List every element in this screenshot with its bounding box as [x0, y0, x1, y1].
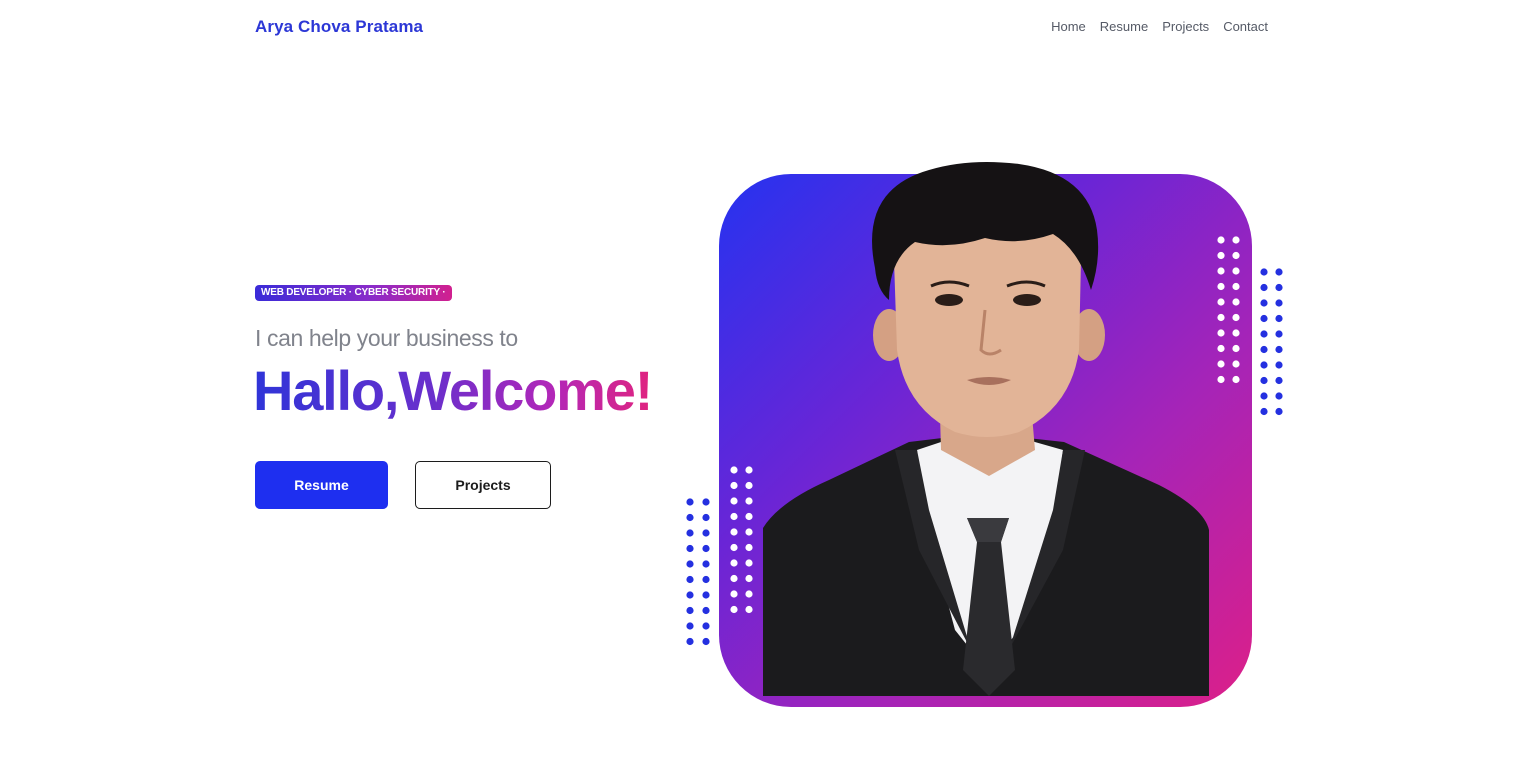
role-badge: WEB DEVELOPER · CYBER SECURITY · [255, 285, 452, 301]
nav-projects[interactable]: Projects [1162, 19, 1209, 34]
nav-resume[interactable]: Resume [1100, 19, 1148, 34]
hero-tagline: I can help your business to [255, 325, 518, 351]
nav-contact[interactable]: Contact [1223, 19, 1268, 34]
dot-grid-left-blue [686, 498, 710, 646]
brand-name[interactable]: Arya Chova Pratama [255, 17, 423, 37]
page: Arya Chova Pratama Home Resume Projects … [0, 0, 1523, 782]
hero-headline: Hallo,Welcome! [253, 356, 653, 426]
resume-button[interactable]: Resume [255, 461, 388, 509]
profile-portrait [763, 162, 1209, 696]
main-nav: Home Resume Projects Contact [1051, 19, 1268, 34]
dot-grid-right-white [1217, 236, 1240, 384]
projects-button[interactable]: Projects [415, 461, 551, 509]
dot-grid-left-white [730, 466, 753, 614]
nav-home[interactable]: Home [1051, 19, 1086, 34]
dot-grid-right-blue [1260, 268, 1283, 416]
